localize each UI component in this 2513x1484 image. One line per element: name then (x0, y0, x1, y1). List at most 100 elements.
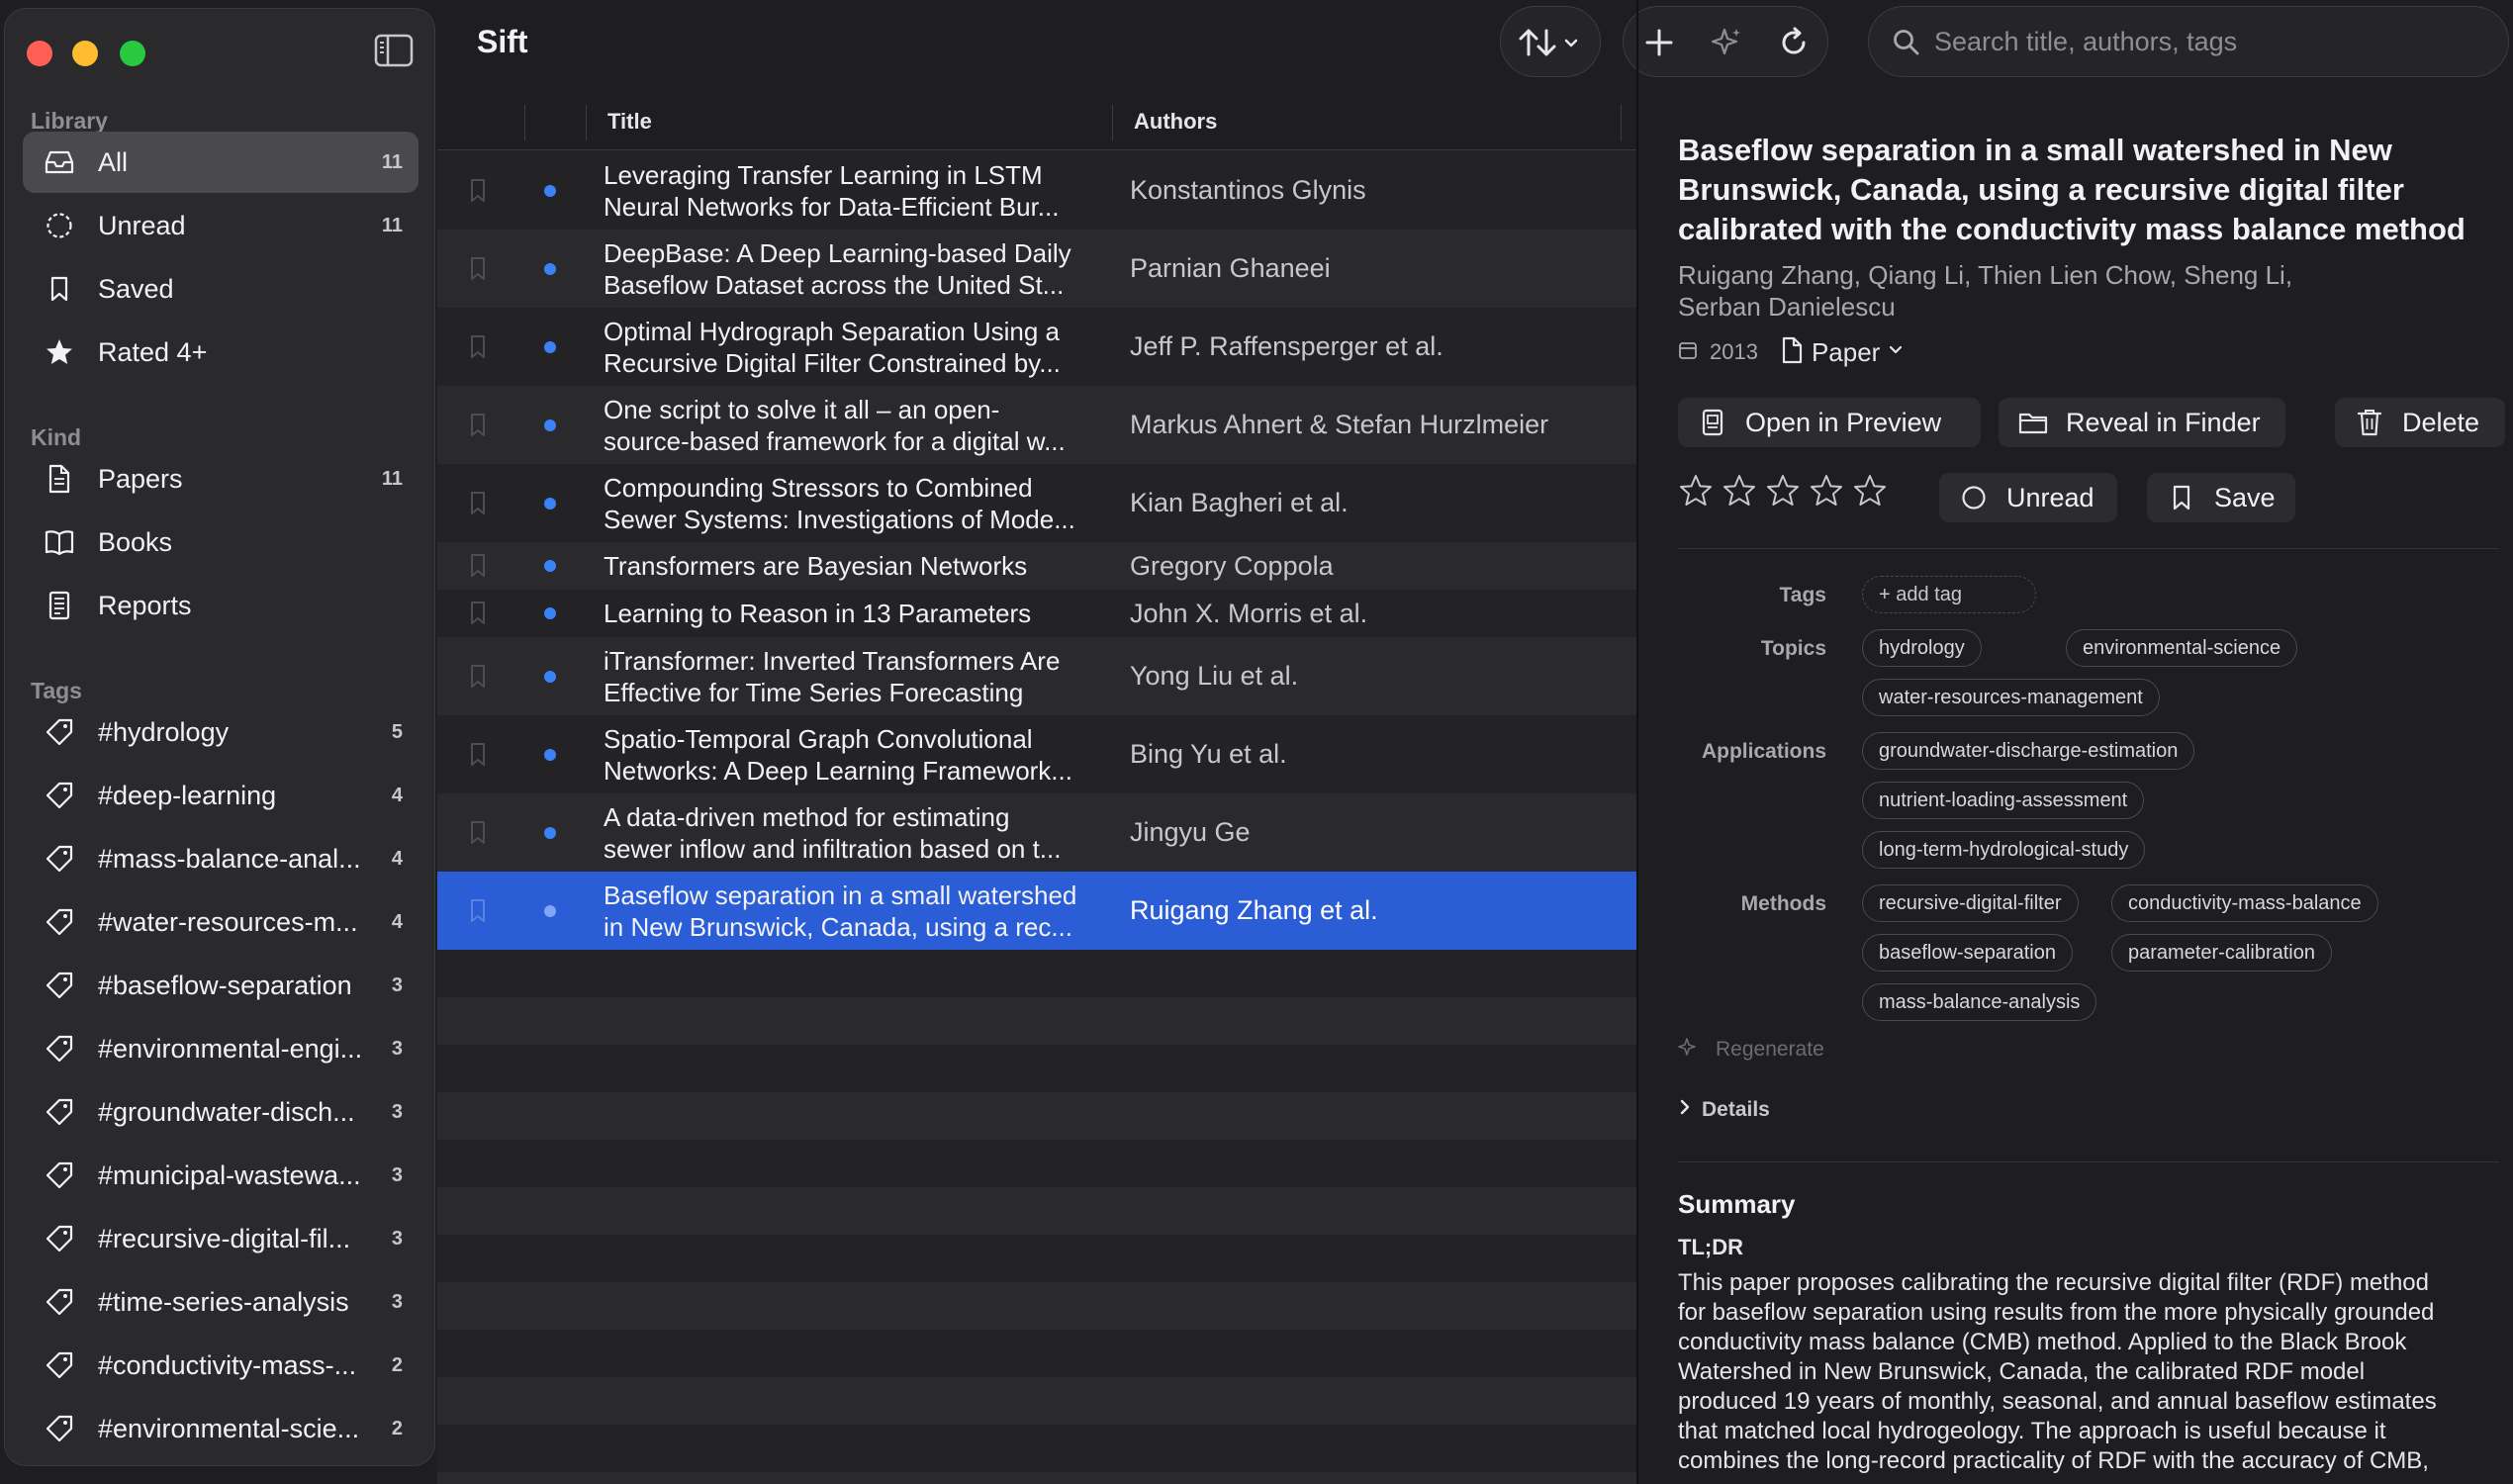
row-title-line: One script to solve it all – an open- (604, 394, 1000, 424)
star-4-icon[interactable] (1809, 473, 1844, 513)
reveal-in-finder-button[interactable]: Reveal in Finder (1999, 398, 2285, 447)
unread-dot (544, 340, 556, 353)
add-icon[interactable] (1637, 21, 1681, 64)
method-chip[interactable]: conductivity-mass-balance (2111, 884, 2378, 922)
table-row[interactable]: iTransformer: Inverted Transformers Are E… (437, 637, 1636, 715)
application-chip[interactable]: groundwater-discharge-estimation (1862, 732, 2195, 770)
method-chip[interactable]: parameter-calibration (2111, 934, 2332, 972)
sidebar-item-label: #deep-learning (98, 780, 277, 810)
sidebar-item-municipal-wastewa[interactable]: #municipal-wastewa... 3 (23, 1145, 419, 1206)
method-chip[interactable]: baseflow-separation (1862, 934, 2073, 972)
sidebar-item-rated-4[interactable]: Rated 4+ (23, 322, 419, 383)
application-chip[interactable]: nutrient-loading-assessment (1862, 782, 2145, 819)
bookmark-icon[interactable] (467, 490, 489, 517)
bookmark-icon[interactable] (467, 177, 489, 205)
topic-chip[interactable]: water-resources-management (1862, 679, 2160, 716)
sidebar-item-hydrology[interactable]: #hydrology 5 (23, 701, 419, 763)
toolbar-actions (1623, 6, 1828, 77)
table-row[interactable]: Baseflow separation in a small watershed… (437, 872, 1636, 950)
sparkle-icon[interactable] (1705, 21, 1748, 64)
star-1-icon[interactable] (1678, 473, 1714, 513)
sidebar-item-environmental-scie[interactable]: #environmental-scie... 2 (23, 1398, 419, 1459)
topics-label: Topics (1760, 637, 1826, 660)
bookmark-icon[interactable] (467, 255, 489, 283)
sidebar-item-conductivity-mass[interactable]: #conductivity-mass-... 2 (23, 1335, 419, 1396)
library-section-label: Library (31, 108, 108, 134)
sidebar-item-environmental-engi[interactable]: #environmental-engi... 3 (23, 1018, 419, 1079)
column-header-authors[interactable]: Authors (1134, 109, 1217, 135)
maximize-window-button[interactable] (120, 41, 145, 66)
paper-title-line: Brunswick, Canada, using a recursive dig… (1678, 172, 2404, 207)
search-field[interactable]: Search title, authors, tags (1868, 6, 2509, 77)
bookmark-icon[interactable] (467, 897, 489, 925)
open-in-preview-button[interactable]: Open in Preview (1678, 398, 1981, 447)
empty-row (437, 1282, 1636, 1330)
row-title-line: Compounding Stressors to Combined (604, 472, 1033, 503)
paper-authors: Ruigang Zhang, Qiang Li, Thien Lien Chow… (1678, 259, 2499, 323)
table-row[interactable]: Optimal Hydrograph Separation Using a Rec… (437, 308, 1636, 386)
bookmark-icon[interactable] (467, 552, 489, 580)
star-3-icon[interactable] (1765, 473, 1801, 513)
summary-line: produced 19 years of monthly, seasonal, … (1678, 1388, 2437, 1415)
star-2-icon[interactable] (1722, 473, 1757, 513)
sidebar-item-mass-balance-anal[interactable]: #mass-balance-anal... 4 (23, 828, 419, 889)
sidebar-item-count: 3 (391, 1037, 403, 1060)
bookmark-icon[interactable] (467, 663, 489, 691)
bookmark-icon[interactable] (467, 819, 489, 847)
row-authors: Gregory Coppola (1130, 550, 1334, 581)
column-separator (1112, 105, 1113, 140)
refresh-icon[interactable] (1772, 21, 1815, 64)
sidebar-item-baseflow-separation[interactable]: #baseflow-separation 3 (23, 955, 419, 1016)
star-5-icon[interactable] (1852, 473, 1888, 513)
application-chip[interactable]: long-term-hydrological-study (1862, 831, 2146, 869)
paper-title-line: Baseflow separation in a small watershed… (1678, 133, 2392, 167)
topic-chip[interactable]: hydrology (1862, 629, 1982, 667)
method-chip[interactable]: recursive-digital-filter (1862, 884, 2079, 922)
details-disclosure[interactable]: Details (1678, 1098, 1770, 1122)
bookmark-icon[interactable] (467, 741, 489, 769)
sidebar-item-saved[interactable]: Saved (23, 258, 419, 320)
sidebar-item-recursive-digital-fil[interactable]: #recursive-digital-fil... 3 (23, 1208, 419, 1269)
sidebar-item-unread[interactable]: Unread 11 (23, 195, 419, 256)
table-row[interactable]: DeepBase: A Deep Learning-based Daily Bas… (437, 230, 1636, 308)
tag-icon (43, 1348, 76, 1382)
sidebar-toggle-icon[interactable] (373, 33, 415, 68)
method-chip[interactable]: mass-balance-analysis (1862, 983, 2097, 1021)
sidebar-item-time-series-analysis[interactable]: #time-series-analysis 3 (23, 1271, 419, 1333)
bookmark-icon[interactable] (467, 333, 489, 361)
close-window-button[interactable] (27, 41, 52, 66)
bookmark-icon[interactable] (467, 412, 489, 439)
row-title-line: Sewer Systems: Investigations of Mode... (604, 504, 1075, 534)
sidebar-item-books[interactable]: Books (23, 511, 419, 573)
table-row[interactable]: A data-driven method for estimating sewer… (437, 793, 1636, 872)
sidebar-item-all[interactable]: All 11 (23, 132, 419, 193)
sort-menu-button[interactable] (1500, 6, 1601, 77)
sidebar-item-water-resources-m[interactable]: #water-resources-m... 4 (23, 891, 419, 953)
table-row[interactable]: Transformers are Bayesian Networks Gregor… (437, 542, 1636, 590)
topic-chip[interactable]: environmental-science (2066, 629, 2298, 667)
delete-button[interactable]: Delete (2335, 398, 2505, 447)
column-header-title[interactable]: Title (607, 109, 652, 135)
regenerate-button[interactable]: Regenerate (1678, 1037, 1824, 1063)
table-row[interactable]: One script to solve it all – an open-sou… (437, 386, 1636, 464)
table-row[interactable]: Compounding Stressors to Combined Sewer S… (437, 464, 1636, 542)
sidebar-item-groundwater-disch[interactable]: #groundwater-disch... 3 (23, 1081, 419, 1143)
save-button[interactable]: Save (2147, 473, 2295, 522)
add-tag-button[interactable]: + add tag (1862, 576, 2036, 613)
row-authors: Markus Ahnert & Stefan Hurzlmeier (1130, 410, 1549, 439)
applications-label: Applications (1701, 740, 1826, 763)
tag-icon (43, 842, 76, 876)
chevron-down-icon[interactable] (1888, 342, 1904, 363)
table-row[interactable]: Spatio-Temporal Graph Convolutional Netwo… (437, 715, 1636, 793)
table-row[interactable]: Leveraging Transfer Learning in LSTM Neur… (437, 151, 1636, 230)
unread-dot (544, 184, 556, 197)
table-row[interactable]: Learning to Reason in 13 Parameters John … (437, 590, 1636, 637)
paper-kind-select[interactable]: Paper (1812, 337, 1880, 368)
sidebar-item-reports[interactable]: Reports (23, 575, 419, 636)
bookmark-icon[interactable] (467, 600, 489, 627)
mark-unread-button[interactable]: Unread (1939, 473, 2117, 522)
sidebar-item-deep-learning[interactable]: #deep-learning 4 (23, 765, 419, 826)
paper-authors-line: Serban Danielescu (1678, 292, 1896, 322)
minimize-window-button[interactable] (72, 41, 98, 66)
sidebar-item-papers[interactable]: Papers 11 (23, 448, 419, 510)
